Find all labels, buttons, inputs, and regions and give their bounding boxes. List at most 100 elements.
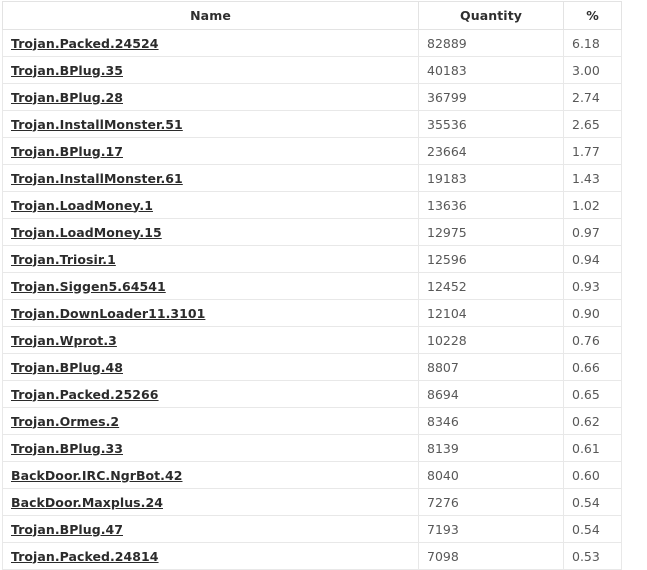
- threat-quantity-cell: 7276: [418, 488, 564, 516]
- threat-quantity-cell: 40183: [418, 56, 564, 84]
- threat-name-link[interactable]: Trojan.Packed.25266: [11, 387, 159, 402]
- threat-name-link[interactable]: Trojan.Wprot.3: [11, 333, 117, 348]
- column-header-quantity: Quantity: [418, 1, 564, 30]
- table-body: Trojan.Packed.24524 82889 6.18 Trojan.BPlug…: [2, 29, 622, 570]
- threat-name-link[interactable]: Trojan.BPlug.17: [11, 144, 123, 159]
- threat-name-link[interactable]: Trojan.LoadMoney.1: [11, 198, 153, 213]
- table-row: Trojan.BPlug.33 8139 0.61: [2, 434, 622, 462]
- table-row: Trojan.Triosir.1 12596 0.94: [2, 245, 622, 273]
- column-header-percent: %: [563, 1, 622, 30]
- threat-name-cell: Trojan.DownLoader11.3101: [2, 299, 419, 327]
- threat-name-cell: BackDoor.IRC.NgrBot.42: [2, 461, 419, 489]
- table-row: Trojan.Wprot.3 10228 0.76: [2, 326, 622, 354]
- threat-name-link[interactable]: Trojan.Triosir.1: [11, 252, 116, 267]
- threat-name-cell: Trojan.InstallMonster.51: [2, 110, 419, 138]
- threat-name-link[interactable]: Trojan.Siggen5.64541: [11, 279, 166, 294]
- threat-name-cell: Trojan.BPlug.33: [2, 434, 419, 462]
- threat-quantity-cell: 8346: [418, 407, 564, 435]
- threat-percent-cell: 0.65: [563, 380, 622, 408]
- threat-percent-cell: 0.93: [563, 272, 622, 300]
- threat-quantity-cell: 12975: [418, 218, 564, 246]
- threat-name-cell: Trojan.Packed.25266: [2, 380, 419, 408]
- threat-percent-cell: 0.66: [563, 353, 622, 381]
- threat-percent-cell: 0.54: [563, 515, 622, 543]
- threat-name-cell: Trojan.Siggen5.64541: [2, 272, 419, 300]
- threat-quantity-cell: 35536: [418, 110, 564, 138]
- threat-name-cell: Trojan.BPlug.47: [2, 515, 419, 543]
- table-row: Trojan.BPlug.47 7193 0.54: [2, 515, 622, 543]
- threat-name-cell: Trojan.Packed.24814: [2, 542, 419, 570]
- threat-statistics-table-container: Name Quantity % Trojan.Packed.24524 82889…: [2, 1, 622, 570]
- table-row: Trojan.LoadMoney.1 13636 1.02: [2, 191, 622, 219]
- threat-quantity-cell: 82889: [418, 29, 564, 57]
- threat-name-cell: Trojan.Wprot.3: [2, 326, 419, 354]
- threat-percent-cell: 1.77: [563, 137, 622, 165]
- threat-percent-cell: 2.74: [563, 83, 622, 111]
- threat-name-link[interactable]: Trojan.Packed.24524: [11, 36, 159, 51]
- threat-quantity-cell: 12452: [418, 272, 564, 300]
- threat-percent-cell: 3.00: [563, 56, 622, 84]
- table-row: Trojan.InstallMonster.51 35536 2.65: [2, 110, 622, 138]
- threat-name-cell: Trojan.Packed.24524: [2, 29, 419, 57]
- threat-quantity-cell: 19183: [418, 164, 564, 192]
- threat-quantity-cell: 36799: [418, 83, 564, 111]
- threat-percent-cell: 0.62: [563, 407, 622, 435]
- table-row: Trojan.BPlug.35 40183 3.00: [2, 56, 622, 84]
- threat-quantity-cell: 23664: [418, 137, 564, 165]
- table-row: Trojan.Packed.25266 8694 0.65: [2, 380, 622, 408]
- table-row: Trojan.Packed.24814 7098 0.53: [2, 542, 622, 570]
- table-row: Trojan.BPlug.48 8807 0.66: [2, 353, 622, 381]
- table-row: Trojan.LoadMoney.15 12975 0.97: [2, 218, 622, 246]
- threat-percent-cell: 6.18: [563, 29, 622, 57]
- threat-name-cell: Trojan.LoadMoney.15: [2, 218, 419, 246]
- threat-name-cell: Trojan.BPlug.28: [2, 83, 419, 111]
- threat-name-link[interactable]: Trojan.BPlug.35: [11, 63, 123, 78]
- threat-quantity-cell: 12104: [418, 299, 564, 327]
- threat-name-cell: Trojan.Ormes.2: [2, 407, 419, 435]
- table-row: Trojan.Ormes.2 8346 0.62: [2, 407, 622, 435]
- threat-name-link[interactable]: Trojan.DownLoader11.3101: [11, 306, 205, 321]
- threat-name-link[interactable]: Trojan.InstallMonster.61: [11, 171, 183, 186]
- threat-percent-cell: 0.94: [563, 245, 622, 273]
- threat-quantity-cell: 7193: [418, 515, 564, 543]
- threat-percent-cell: 0.60: [563, 461, 622, 489]
- threat-name-link[interactable]: BackDoor.IRC.NgrBot.42: [11, 468, 182, 483]
- threat-name-link[interactable]: Trojan.BPlug.33: [11, 441, 123, 456]
- threat-name-link[interactable]: Trojan.BPlug.48: [11, 360, 123, 375]
- threat-name-link[interactable]: BackDoor.Maxplus.24: [11, 495, 163, 510]
- table-row: Trojan.Siggen5.64541 12452 0.93: [2, 272, 622, 300]
- threat-name-link[interactable]: Trojan.InstallMonster.51: [11, 117, 183, 132]
- threat-name-link[interactable]: Trojan.Ormes.2: [11, 414, 119, 429]
- threat-name-cell: Trojan.Triosir.1: [2, 245, 419, 273]
- table-row: Trojan.BPlug.28 36799 2.74: [2, 83, 622, 111]
- threat-quantity-cell: 8040: [418, 461, 564, 489]
- threat-name-cell: Trojan.InstallMonster.61: [2, 164, 419, 192]
- threat-name-link[interactable]: Trojan.BPlug.47: [11, 522, 123, 537]
- threat-statistics-table: Name Quantity % Trojan.Packed.24524 82889…: [2, 1, 622, 570]
- threat-percent-cell: 0.76: [563, 326, 622, 354]
- table-row: Trojan.Packed.24524 82889 6.18: [2, 29, 622, 57]
- threat-quantity-cell: 8807: [418, 353, 564, 381]
- threat-name-link[interactable]: Trojan.LoadMoney.15: [11, 225, 162, 240]
- threat-name-cell: BackDoor.Maxplus.24: [2, 488, 419, 516]
- table-header-row: Name Quantity %: [2, 1, 622, 30]
- table-header: Name Quantity %: [2, 1, 622, 30]
- threat-percent-cell: 1.43: [563, 164, 622, 192]
- threat-quantity-cell: 12596: [418, 245, 564, 273]
- column-header-name: Name: [2, 1, 419, 30]
- threat-name-cell: Trojan.BPlug.17: [2, 137, 419, 165]
- table-row: BackDoor.Maxplus.24 7276 0.54: [2, 488, 622, 516]
- threat-name-cell: Trojan.BPlug.35: [2, 56, 419, 84]
- threat-quantity-cell: 8139: [418, 434, 564, 462]
- threat-percent-cell: 0.54: [563, 488, 622, 516]
- threat-name-cell: Trojan.BPlug.48: [2, 353, 419, 381]
- threat-percent-cell: 1.02: [563, 191, 622, 219]
- threat-name-link[interactable]: Trojan.BPlug.28: [11, 90, 123, 105]
- table-row: Trojan.BPlug.17 23664 1.77: [2, 137, 622, 165]
- threat-percent-cell: 0.53: [563, 542, 622, 570]
- threat-percent-cell: 0.61: [563, 434, 622, 462]
- table-row: BackDoor.IRC.NgrBot.42 8040 0.60: [2, 461, 622, 489]
- threat-name-cell: Trojan.LoadMoney.1: [2, 191, 419, 219]
- threat-percent-cell: 0.90: [563, 299, 622, 327]
- threat-percent-cell: 2.65: [563, 110, 622, 138]
